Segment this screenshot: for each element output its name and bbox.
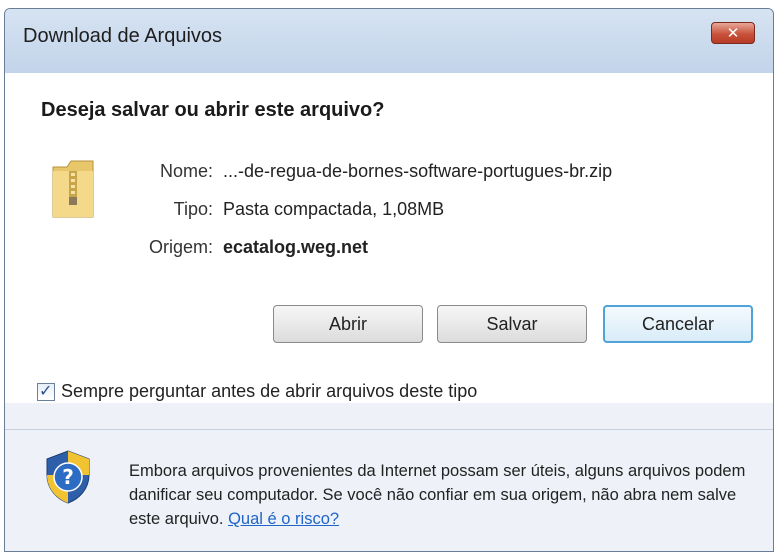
open-button[interactable]: Abrir	[273, 305, 423, 343]
always-ask-row[interactable]: ✓ Sempre perguntar antes de abrir arquiv…	[37, 381, 477, 402]
security-shield-icon: ?	[46, 450, 90, 504]
always-ask-label[interactable]: Sempre perguntar antes de abrir arquivos…	[61, 381, 477, 402]
checkmark-icon: ✓	[39, 380, 53, 400]
cancel-button[interactable]: Cancelar	[603, 305, 753, 343]
origin-value: ecatalog.weg.net	[223, 237, 369, 257]
window-title: Download de Arquivos	[23, 25, 223, 47]
warning-message: Embora arquivos provenientes da Internet…	[129, 459, 749, 531]
type-label: Tipo:	[173, 199, 213, 219]
dialog-content: Deseja salvar ou abrir este arquivo? Nom…	[5, 73, 773, 403]
warning-text: Embora arquivos provenientes da Internet…	[129, 462, 746, 528]
name-label: Nome:	[159, 161, 213, 181]
dialog-question: Deseja salvar ou abrir este arquivo?	[41, 99, 385, 121]
always-ask-checkbox[interactable]: ✓	[37, 380, 55, 401]
save-button[interactable]: Salvar	[437, 305, 587, 343]
svg-text:?: ?	[62, 465, 74, 489]
download-dialog: Download de Arquivos ✕ Deseja salvar ou …	[4, 8, 774, 552]
zip-folder-icon	[52, 160, 94, 218]
name-value: ...-de-regua-de-bornes-software-portugue…	[223, 161, 613, 181]
close-button[interactable]: ✕	[711, 22, 755, 44]
title-bar[interactable]: Download de Arquivos ✕	[5, 9, 773, 74]
risk-link[interactable]: Qual é o risco?	[228, 510, 339, 528]
divider	[5, 429, 773, 430]
close-icon: ✕	[726, 24, 740, 42]
type-value: Pasta compactada, 1,08MB	[223, 199, 445, 219]
origin-label: Origem:	[148, 237, 213, 257]
